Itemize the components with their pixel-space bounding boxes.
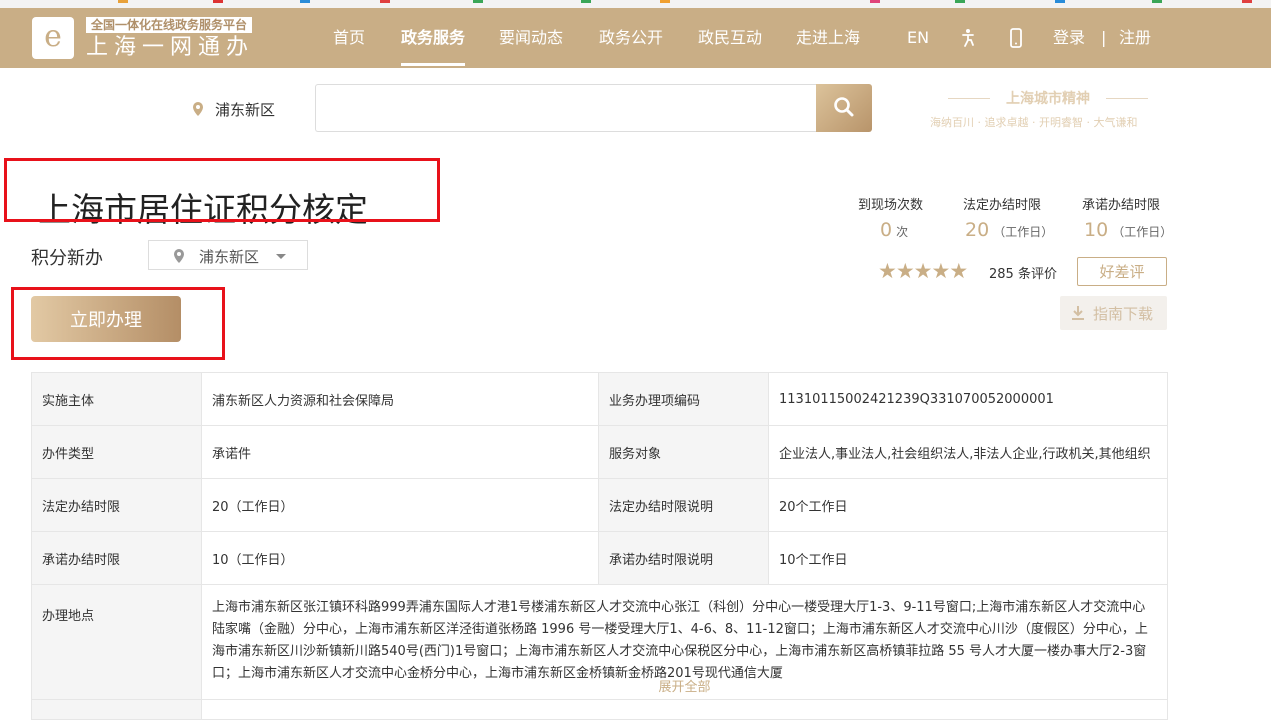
nav-gov-service[interactable]: 政务服务 (401, 8, 465, 68)
register-link[interactable]: 注册 (1119, 8, 1151, 68)
table-value: 20（工作日） (201, 478, 599, 532)
stat-value-legal-limit: 20 （工作日） (965, 219, 1054, 241)
highlight-box-title (4, 158, 440, 222)
mobile-icon[interactable] (1006, 28, 1026, 48)
nav-news[interactable]: 要闻动态 (499, 8, 563, 68)
city-spirit-slogan: 海纳百川 · 追求卓越 · 开明睿智 · 大气谦和 (930, 116, 1138, 129)
star-icon: ★ (878, 259, 897, 283)
nav-home[interactable]: 首页 (333, 8, 365, 68)
guide-download-button[interactable]: 指南下载 (1060, 296, 1167, 330)
download-icon (1070, 305, 1086, 325)
address-value: 上海市浦东新区张江镇环科路999弄浦东国际人才港1号楼浦东新区人才交流中心张江（… (212, 600, 1148, 681)
table-row: 办件类型 承诺件 服务对象 企业法人,事业法人,社会组织法人,非法人企业,行政机… (31, 425, 1168, 479)
city-spirit-title: 上海城市精神 (948, 88, 1148, 108)
logo-title[interactable]: 上海一网通办 (86, 35, 254, 61)
table-row-address: 办理地点 上海市浦东新区张江镇环科路999弄浦东国际人才港1号楼浦东新区人才交流… (31, 584, 1168, 700)
table-value: 20个工作日 (768, 478, 1168, 532)
top-header: e 全国一体化在线政务服务平台 上海一网通办 首页 政务服务 要闻动态 政务公开… (0, 8, 1271, 68)
rating-stars: ★★★★★ (878, 259, 968, 283)
table-row: 实施主体 浦东新区人力资源和社会保障局 业务办理项编码 113101150024… (31, 372, 1168, 426)
table-value: 浦东新区人力资源和社会保障局 (201, 372, 599, 426)
table-value: 10（工作日） (201, 531, 599, 585)
accessibility-icon[interactable] (958, 28, 978, 48)
table-key: 承诺办结时限说明 (598, 531, 769, 585)
expand-all-link[interactable]: 展开全部 (202, 676, 1167, 695)
star-icon: ★ (895, 259, 915, 283)
area-dropdown[interactable]: 浦东新区 (148, 240, 308, 270)
chevron-down-icon (276, 254, 286, 259)
table-value: 企业法人,事业法人,社会组织法人,非法人企业,行政机关,其他组织 (779, 446, 1151, 462)
stat-value-promise-limit: 10 （工作日） (1084, 219, 1173, 241)
stat-label-visits: 到现场次数 (858, 198, 924, 213)
location-selector[interactable]: 浦东新区 (215, 99, 275, 120)
guide-download-label: 指南下载 (1093, 305, 1154, 323)
nav-gov-open[interactable]: 政务公开 (599, 8, 663, 68)
table-value: 10个工作日 (768, 531, 1168, 585)
table-row: 法定办结时限 20（工作日） 法定办结时限说明 20个工作日 (31, 478, 1168, 532)
lang-switch-en[interactable]: EN (907, 8, 929, 68)
location-pin-icon (173, 248, 185, 267)
search-button[interactable] (816, 84, 872, 132)
table-key: 法定办结时限 (31, 478, 202, 532)
table-key: 办件类型 (31, 425, 202, 479)
area-dropdown-value: 浦东新区 (199, 248, 260, 266)
browser-bookmark-strip (0, 0, 1271, 8)
table-key: 承诺办结时限 (31, 531, 202, 585)
login-link[interactable]: 登录 (1053, 8, 1085, 68)
nav-active-indicator (401, 63, 465, 66)
table-row: 承诺办结时限 10（工作日） 承诺办结时限说明 10个工作日 (31, 531, 1168, 585)
nav-interaction[interactable]: 政民互动 (698, 8, 762, 68)
nav-separator: | (1101, 28, 1107, 47)
star-icon: ★ (931, 259, 950, 283)
nav-about-shanghai[interactable]: 走进上海 (796, 8, 860, 68)
service-subtype: 积分新办 (31, 248, 103, 269)
highlight-box-apply (11, 287, 225, 360)
location-pin-icon[interactable] (192, 101, 204, 116)
table-value: 承诺件 (201, 425, 599, 479)
table-key: 业务办理项编码 (598, 372, 769, 426)
table-value: 11310115002421239Q331070052000001 (768, 372, 1168, 426)
review-count[interactable]: 285 条评价 (989, 263, 1057, 282)
table-key: 法定办结时限说明 (598, 478, 769, 532)
logo-tagline: 全国一体化在线政务服务平台 (86, 17, 253, 33)
site-logo-icon[interactable]: e (32, 17, 74, 59)
table-key: 办理地点 (31, 584, 202, 700)
table-key: 实施主体 (31, 372, 202, 426)
review-button[interactable]: 好差评 (1077, 257, 1167, 286)
stat-value-visits: 0次 (880, 219, 909, 241)
stat-label-promise-limit: 承诺办结时限 (1082, 198, 1161, 213)
stat-label-legal-limit: 法定办结时限 (963, 198, 1042, 213)
service-info-table: 实施主体 浦东新区人力资源和社会保障局 业务办理项编码 113101150024… (31, 372, 1168, 720)
search-icon (833, 96, 855, 121)
star-icon: ★ (949, 259, 968, 283)
table-key: 服务对象 (598, 425, 769, 479)
star-icon: ★ (913, 259, 933, 283)
table-row (31, 699, 1168, 720)
search-input[interactable] (315, 84, 819, 132)
